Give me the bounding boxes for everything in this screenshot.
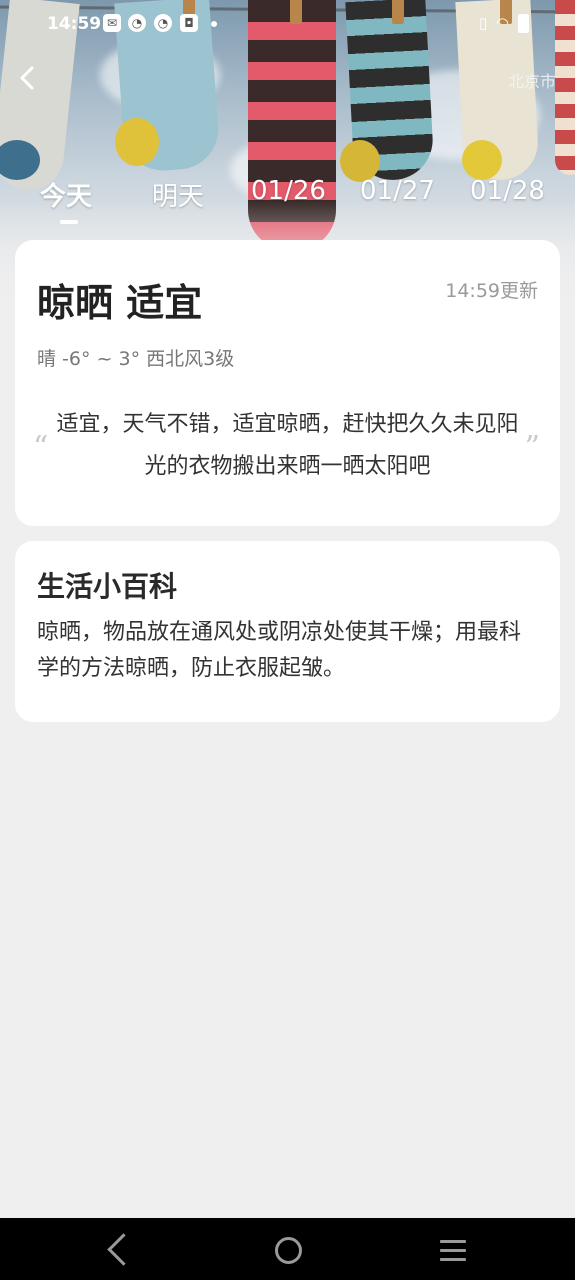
signal-icons: ▯ ◠ [478,14,511,32]
tab-tomorrow[interactable]: 明天 [152,176,204,213]
status-time: 14:59 [47,14,102,34]
chevron-left-icon [20,66,34,90]
index-title: 晾晒 适宜 [37,281,203,325]
tab-today[interactable]: 今天 [40,176,92,213]
back-button[interactable] [14,64,42,92]
encyclopedia-card: 生活小百科 晾晒，物品放在通风处或阴凉处使其干燥；用最科学的方法晾晒，防止衣服起… [15,541,560,722]
mail-icon: ✉ [103,14,121,32]
encyclopedia-text: 晾晒，物品放在通风处或阴凉处使其干燥；用最科学的方法晾晒，防止衣服起皱。 [37,620,522,681]
city-label[interactable]: 北京市 [508,68,556,92]
advice-text: 适宜，天气不错，适宜晾晒，赶快把久久未见阳光的衣物搬出来晒一晒太阳吧 [56,412,519,479]
drying-index-card: 晾晒 适宜 14:59更新 晴 -6° ~ 3° 西北风3级 “ 适宜，天气不错… [15,240,560,526]
nav-back-icon[interactable] [107,1233,140,1266]
battery-icon [518,14,529,33]
tab-date-0126[interactable]: 01/26 [251,176,326,206]
bag-icon: ◘ [180,14,198,32]
quote-open-icon: “ [33,430,49,465]
tab-date-0127[interactable]: 01/27 [360,176,435,206]
active-tab-indicator [60,220,78,224]
tab-date-0128[interactable]: 01/28 [470,176,545,206]
status-bar: 14:59 ✉ ◔ ◔ ◘ ▯ ◠ [0,0,575,48]
clock-icon: ◔ [154,14,172,32]
nav-recents-icon[interactable] [440,1240,466,1267]
system-nav-bar [0,1218,575,1280]
update-time: 14:59更新 [445,280,538,302]
nav-home-icon[interactable] [275,1237,302,1264]
weather-summary: 晴 -6° ~ 3° 西北风3级 [37,348,235,370]
notification-dot [211,21,217,27]
quote-close-icon: ” [524,430,540,465]
clock-icon: ◔ [128,14,146,32]
encyclopedia-title: 生活小百科 [37,570,178,603]
day-tabs: 今天 明天 01/26 01/27 01/28 [0,176,575,220]
